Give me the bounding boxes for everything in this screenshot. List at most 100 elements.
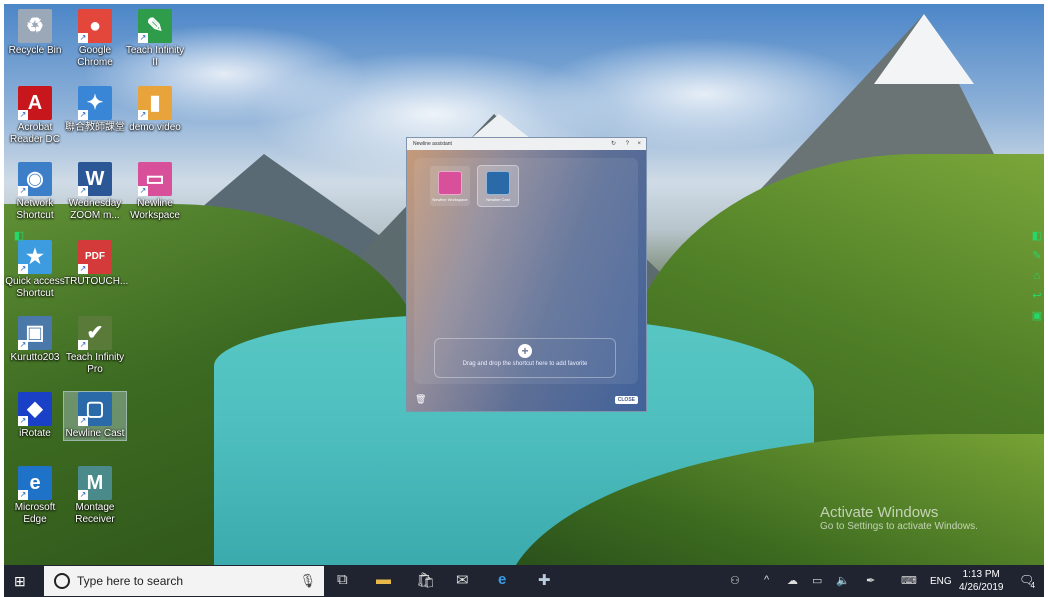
- favorite-drop-zone[interactable]: + Drag and drop the shortcut here to add…: [434, 338, 616, 378]
- touch-keyboard-icon[interactable]: ⌨: [901, 574, 917, 587]
- folder-video-icon: ▮ ↗: [138, 86, 172, 120]
- screenshot-icon[interactable]: ◧: [1030, 226, 1044, 246]
- network-icon[interactable]: ▭: [812, 574, 822, 587]
- newline-cast-icon: [486, 171, 510, 195]
- mail-icon[interactable]: ✉: [456, 571, 469, 589]
- favorites-panel: Newline Workspace Newline Cast + Drag an…: [414, 158, 638, 384]
- volume-icon[interactable]: 🔈: [836, 574, 850, 587]
- classroom-icon: ✦ ↗: [78, 86, 112, 120]
- shortcut-arrow-icon: ↗: [18, 110, 28, 120]
- desktop-icon-label: Quick access Shortcut: [5, 276, 65, 299]
- shortcut-arrow-icon: ↗: [18, 186, 28, 196]
- word-doc-icon: W ↗: [78, 162, 112, 196]
- desktop-icon-label: 聯合教師課堂: [65, 122, 125, 133]
- desktop-icon-newline-workspace[interactable]: ▭ ↗ Newline Workspace: [124, 162, 186, 222]
- favorite-newline-cast[interactable]: Newline Cast: [477, 165, 519, 207]
- close-window-button[interactable]: ×: [637, 138, 641, 150]
- desktop-icon-teach-infinity[interactable]: ✎ ↗ Teach Infinity II: [124, 9, 186, 69]
- desktop-icon-teach-infinity-pro[interactable]: ✔ ↗ Teach Infinity Pro: [64, 316, 126, 376]
- shortcut-arrow-icon: ↗: [78, 416, 88, 426]
- pdf-icon: PDF ↗: [78, 240, 112, 274]
- side-tool-icon[interactable]: ◧: [12, 226, 26, 246]
- language-indicator[interactable]: ENG: [930, 576, 952, 587]
- shortcut-arrow-icon: ↗: [138, 33, 148, 43]
- snow-peak-right: [874, 14, 974, 84]
- activation-watermark: Activate Windows Go to Settings to activ…: [820, 504, 978, 532]
- desktop-screen: ♻ Recycle Bin ● ↗ Google Chrome ✎ ↗ Teach Infin…: [4, 4, 1044, 597]
- notification-center-icon[interactable]: 🗨 4: [1019, 573, 1035, 590]
- taskbar-search-box[interactable]: Type here to search 🎙: [44, 566, 324, 596]
- help-button[interactable]: ?: [626, 138, 629, 150]
- desktop-icon-montage[interactable]: M ↗ Montage Receiver: [64, 466, 126, 526]
- shortcut-arrow-icon: ↗: [78, 490, 88, 500]
- desktop-icon-chrome[interactable]: ● ↗ Google Chrome: [64, 9, 126, 69]
- clock-date: 4/26/2019: [959, 582, 1004, 593]
- chrome-icon: ● ↗: [78, 9, 112, 43]
- teach-infinity-icon: ✎ ↗: [138, 9, 172, 43]
- newline-cast-icon: ▢ ↗: [78, 392, 112, 426]
- irotate-icon: ◆ ↗: [18, 392, 52, 426]
- network-icon: ◉ ↗: [18, 162, 52, 196]
- desktop-icon-folder-video[interactable]: ▮ ↗ demo video: [124, 86, 186, 134]
- store-icon[interactable]: 🛍: [416, 571, 435, 589]
- watermark-title: Activate Windows: [820, 504, 939, 521]
- toolbox-icon[interactable]: ▣: [1030, 306, 1044, 326]
- home-icon[interactable]: ⌂: [1030, 266, 1044, 286]
- shortcut-arrow-icon: ↗: [78, 186, 88, 196]
- window-title: Newline assistant: [413, 141, 452, 147]
- refresh-button[interactable]: ↻: [611, 138, 616, 150]
- desktop-icon-label: Teach Infinity II: [125, 45, 185, 68]
- newline-assistant-window: Newline assistant ↻ ? × Newline Workspac…: [406, 137, 647, 412]
- desktop-icon-newline-cast[interactable]: ▢ ↗ Newline Cast: [63, 391, 127, 441]
- pen-icon[interactable]: ✎: [1030, 246, 1044, 266]
- desktop-icon-kurutto[interactable]: ▣ ↗ Kurutto203: [4, 316, 66, 364]
- newline-workspace-icon: [438, 171, 462, 195]
- left-side-toolbar: ◧: [12, 226, 26, 246]
- desktop-icon-edge[interactable]: e ↗ Microsoft Edge: [4, 466, 66, 526]
- back-icon[interactable]: ↩: [1030, 286, 1044, 306]
- people-icon[interactable]: ⚇: [730, 574, 740, 587]
- desktop-icon-label: iRotate: [19, 428, 51, 439]
- desktop-icon-label: Wednesday ZOOM m...: [68, 198, 122, 221]
- shortcut-arrow-icon: ↗: [78, 110, 88, 120]
- desktop-icon-label: Microsoft Edge: [14, 502, 56, 525]
- trash-icon[interactable]: 🗑: [415, 394, 426, 405]
- desktop-icon-recycle-bin[interactable]: ♻ Recycle Bin: [4, 9, 66, 57]
- desktop-icon-acrobat[interactable]: A ↗ Acrobat Reader DC: [4, 86, 66, 146]
- close-button[interactable]: CLOSE: [614, 396, 638, 404]
- microphone-icon[interactable]: 🎙: [299, 573, 316, 589]
- show-hidden-icons[interactable]: ^: [764, 574, 769, 586]
- kurutto-icon: ▣ ↗: [18, 316, 52, 350]
- desktop-icon-irotate[interactable]: ◆ ↗ iRotate: [4, 392, 66, 440]
- recycle-bin-icon: ♻: [18, 9, 52, 43]
- desktop-icon-network[interactable]: ◉ ↗ Network Shortcut: [4, 162, 66, 222]
- tile-label: Newline Workspace: [432, 197, 468, 202]
- desktop-icon-label: TRUTOUCH...: [64, 276, 129, 287]
- task-view-icon[interactable]: ⧉: [337, 571, 348, 588]
- newline-workspace-icon: ▭ ↗: [138, 162, 172, 196]
- desktop-icon-word-doc[interactable]: W ↗ Wednesday ZOOM m...: [64, 162, 126, 222]
- desktop-icon-pdf[interactable]: PDF ↗ TRUTOUCH...: [64, 240, 129, 288]
- onedrive-icon[interactable]: ☁: [787, 574, 798, 587]
- desktop-icon-label: Montage Receiver: [75, 502, 115, 525]
- desktop-icon-star[interactable]: ★ ↗ Quick access Shortcut: [4, 240, 66, 300]
- favorite-newline-workspace[interactable]: Newline Workspace: [430, 166, 470, 206]
- app-taskbar-icon[interactable]: ✚: [538, 571, 551, 589]
- edge-taskbar-icon[interactable]: e: [498, 571, 506, 588]
- windows-start-icon[interactable]: ⊞: [14, 573, 26, 590]
- shortcut-arrow-icon: ↗: [18, 490, 28, 500]
- desktop-icon-label: demo video: [129, 122, 181, 133]
- desktop-icon-classroom[interactable]: ✦ ↗ 聯合教師課堂: [64, 86, 126, 134]
- desktop-icon-label: Recycle Bin: [8, 45, 62, 56]
- teach-infinity-pro-icon: ✔ ↗: [78, 316, 112, 350]
- shortcut-arrow-icon: ↗: [78, 340, 88, 350]
- shortcut-arrow-icon: ↗: [138, 110, 148, 120]
- cortana-icon: [54, 573, 70, 589]
- clock[interactable]: 1:13 PM 4/26/2019: [959, 568, 1004, 594]
- assistant-body: Newline Workspace Newline Cast + Drag an…: [407, 150, 646, 411]
- taskbar: ⊞ Type here to search 🎙 ⧉ ▬ 🛍 ✉ e ✚ ⚇ ^ …: [4, 565, 1044, 597]
- shortcut-arrow-icon: ↗: [18, 416, 28, 426]
- pen-workspace-icon[interactable]: ✒: [866, 574, 875, 587]
- search-placeholder: Type here to search: [77, 574, 184, 588]
- file-explorer-icon[interactable]: ▬: [376, 571, 391, 588]
